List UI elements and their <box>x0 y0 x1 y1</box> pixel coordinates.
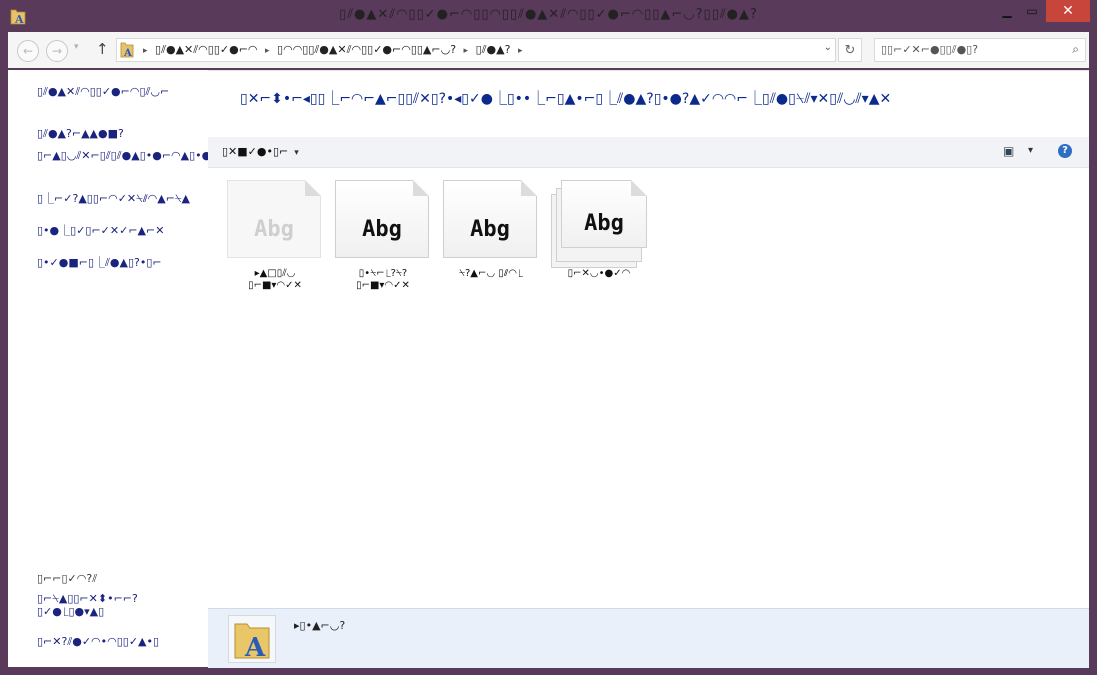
task-link[interactable]: ▯•●⎿▯✓▯⌐✓✕✓⌐▲⌐✕ <box>37 224 197 237</box>
task-link[interactable]: ▯⎿⌐✓?▲▯▯⌐◠✓✕⍀⫽◠▲⌐⍀▲ <box>37 192 197 205</box>
refresh-button[interactable]: ↻ <box>838 38 862 62</box>
see-also-heading: ▯⌐⌐▯✓◠?⫽ <box>37 572 98 585</box>
details-item-count: ▸▯•▲⌐◡? <box>294 619 346 632</box>
breadcrumb-separator-icon[interactable]: ▸ <box>518 46 523 56</box>
font-item[interactable]: Abg ▸▲□▯⫽◡ ▯⌐■▾◠✓✕ <box>227 180 323 300</box>
fonts-folder-icon: A <box>234 623 270 663</box>
font-name: ▸▲□▯⫽◡ ▯⌐■▾◠✓✕ <box>248 268 302 291</box>
close-button[interactable]: ✕ <box>1046 0 1090 22</box>
breadcrumb-item[interactable]: ▯⫽●▲? <box>476 43 511 56</box>
svg-text:A: A <box>123 48 132 58</box>
view-options-chevron-icon[interactable]: ▾ <box>1028 145 1033 156</box>
see-also-link[interactable]: ▯⌐⍀▲▯▯⌐✕⬍•⌐⌐?▯✓●⎿▯●▾▲▯ <box>37 592 197 618</box>
page-fold <box>413 180 429 196</box>
window-title: ▯⫽●▲✕⫽◠▯▯✓●⌐◠▯▯◠▯▯⫽●▲✕⫽◠▯▯✓●⌐◠▯▯▲⌐◡?▯▯⫽●… <box>339 7 758 22</box>
command-toolbar: ▯✕■✓●•▯⌐ ▾ ▣ ▾ ? <box>208 137 1089 168</box>
breadcrumb: ▸ ▯⫽●▲✕⫽◠▯▯✓●⌐◠ ▸ ▯◠◠▯▯⫽●▲✕⫽◠▯▯✓●⌐◠▯▯▲⌐◡… <box>139 43 526 57</box>
font-family-item[interactable]: Abg ▯⌐✕◡•●✓◠ <box>551 180 647 300</box>
navigation-bar: ← → ▾ ↑ A ▸ ▯⫽●▲✕⫽◠▯▯✓●⌐◠ ▸ ▯◠◠▯▯⫽●▲✕⫽◠▯… <box>8 32 1089 68</box>
search-icon[interactable]: ⌕ <box>1072 42 1079 57</box>
task-link[interactable]: ▯⫽●▲✕⫽◠▯▯✓●⌐◠▯⫽◡⌐ <box>37 85 197 98</box>
breadcrumb-item[interactable]: ▯◠◠▯▯⫽●▲✕⫽◠▯▯✓●⌐◠▯▯▲⌐◡? <box>277 43 456 56</box>
page-heading: ▯✕⌐⬍•⌐◂▯▯⎿⌐◠⌐▲⌐▯▯⫽✕▯?•◂▯✓●⎿▯••⎿⌐▯▲•⌐▯⎿⫽●… <box>240 91 892 107</box>
help-icon[interactable]: ? <box>1058 144 1072 158</box>
see-also-link[interactable]: ▯⌐✕?⫽●✓◠•◠▯▯✓▲•▯ <box>37 635 197 648</box>
organize-label: ▯✕■✓●•▯⌐ <box>222 145 289 158</box>
breadcrumb-separator-icon[interactable]: ▸ <box>464 46 469 56</box>
left-task-pane: ▯⫽●▲✕⫽◠▯▯✓●⌐◠▯⫽◡⌐ ▯⫽●▲?⌐▲▲●■? ▯⌐▲▯◡⫽✕⌐▯⫽… <box>8 70 220 667</box>
page-fold <box>305 180 321 196</box>
font-sample: Abg <box>584 211 624 236</box>
recent-locations-button[interactable]: ▾ <box>74 42 79 52</box>
chevron-down-icon: ▾ <box>294 148 299 158</box>
fonts-folder-thumbnail: A <box>228 615 276 663</box>
font-preview-icon: Abg <box>335 180 429 258</box>
font-item[interactable]: Abg ▯•⍀⌐⎿?⍀? ▯⌐■▾◠✓✕ <box>335 180 431 300</box>
font-preview-icon: Abg <box>561 180 647 248</box>
breadcrumb-separator-icon[interactable]: ▸ <box>265 46 270 56</box>
font-sample: Abg <box>254 217 294 242</box>
page-fold <box>521 180 537 196</box>
font-sample: Abg <box>362 217 402 242</box>
up-button[interactable]: ↑ <box>96 40 109 58</box>
font-name: ⍀?▲⌐◡ ▯⫽◠⎿ <box>459 268 523 279</box>
maximize-button[interactable]: ▭ <box>1020 0 1044 22</box>
font-preview-icon: Abg <box>227 180 321 258</box>
address-dropdown-icon[interactable]: ⌄ <box>824 42 832 53</box>
breadcrumb-separator-icon[interactable]: ▸ <box>143 46 148 56</box>
forward-button[interactable]: → <box>46 40 68 62</box>
organize-button[interactable]: ▯✕■✓●•▯⌐ ▾ <box>222 145 299 158</box>
search-placeholder: ▯▯⌐✓✕⌐●▯▯⫽●▯? <box>881 43 979 56</box>
back-button[interactable]: ← <box>17 40 39 62</box>
minimize-button[interactable]: ▁ <box>995 0 1019 22</box>
title-bar: A ▯⫽●▲✕⫽◠▯▯✓●⌐◠▯▯◠▯▯⫽●▲✕⫽◠▯▯✓●⌐◠▯▯▲⌐◡?▯▯… <box>0 0 1097 32</box>
address-bar[interactable]: A ▸ ▯⫽●▲✕⫽◠▯▯✓●⌐◠ ▸ ▯◠◠▯▯⫽●▲✕⫽◠▯▯✓●⌐◠▯▯▲… <box>116 38 836 62</box>
details-pane: A ▸▯•▲⌐◡? <box>208 608 1089 668</box>
breadcrumb-item[interactable]: ▯⫽●▲✕⫽◠▯▯✓●⌐◠ <box>155 43 257 56</box>
font-item[interactable]: Abg ⍀?▲⌐◡ ▯⫽◠⎿ <box>443 180 539 300</box>
page-fold <box>631 180 647 196</box>
task-link[interactable]: ▯•✓●■⌐▯⎿⫽●▲▯?•▯⌐ <box>37 256 197 269</box>
task-link[interactable]: ▯⫽●▲?⌐▲▲●■? <box>37 127 197 140</box>
font-sample: Abg <box>470 217 510 242</box>
task-link[interactable]: ▯⌐▲▯◡⫽✕⌐▯⫽▯⫽●▲▯•●⌐◠▲▯•●⌐ <box>37 149 220 162</box>
font-name: ▯⌐✕◡•●✓◠ <box>567 268 631 279</box>
divider <box>208 70 1089 71</box>
font-list-pane: ▯✕⌐⬍•⌐◂▯▯⎿⌐◠⌐▲⌐▯▯⫽✕▯?•◂▯✓●⎿▯••⎿⌐▯▲•⌐▯⎿⫽●… <box>208 70 1089 608</box>
font-name: ▯•⍀⌐⎿?⍀? ▯⌐■▾◠✓✕ <box>356 268 410 291</box>
change-view-icon[interactable]: ▣ <box>1003 144 1014 158</box>
search-input[interactable]: ▯▯⌐✓✕⌐●▯▯⫽●▯? ⌕ <box>874 38 1086 62</box>
fonts-folder-icon: A <box>120 42 134 58</box>
font-preview-icon: Abg <box>443 180 537 258</box>
svg-text:A: A <box>244 633 266 662</box>
